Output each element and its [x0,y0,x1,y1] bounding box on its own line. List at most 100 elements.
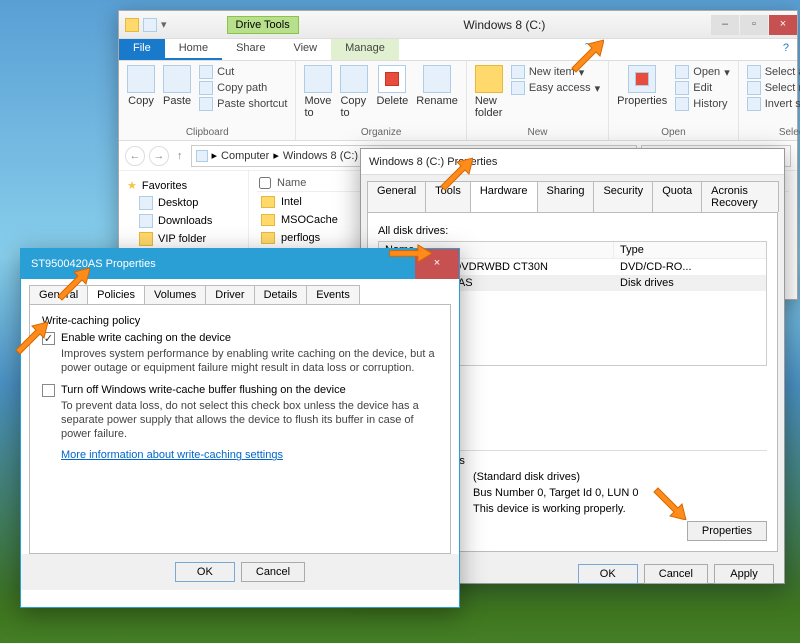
cut-button[interactable]: Cut [199,65,287,79]
copy-to-button[interactable]: Copy to [340,65,368,119]
tab-acronis[interactable]: Acronis Recovery [701,181,779,212]
chevron-right-icon[interactable]: ▸ [212,149,218,162]
select-none-button[interactable]: Select none [747,81,800,95]
select-all-button[interactable]: Select all [747,65,800,79]
delete-button[interactable]: Delete [376,65,408,107]
cut-icon [199,65,213,79]
cancel-button[interactable]: Cancel [241,562,305,582]
window-title: Windows 8 (C:) [299,18,710,32]
qat-props-icon[interactable] [143,18,157,32]
tab-volumes[interactable]: Volumes [144,285,206,304]
tab-home[interactable]: Home [165,39,222,60]
new-item-icon [511,65,525,79]
close-button[interactable]: × [415,249,459,279]
ok-button[interactable]: OK [578,564,638,584]
copy-path-button[interactable]: Copy path [199,81,287,95]
ok-button[interactable]: OK [175,562,235,582]
group-clipboard-title: Clipboard [186,127,229,138]
ribbon-collapse-icon[interactable]: ˆ [577,39,597,60]
tab-hardware[interactable]: Hardware [470,181,538,212]
turnoff-buffer-checkbox[interactable] [42,384,55,397]
enable-write-cache-checkbox[interactable] [42,332,55,345]
up-button[interactable]: ↑ [173,150,187,162]
tab-general[interactable]: General [29,285,88,304]
group-open-title: Open [661,127,685,138]
tab-driver[interactable]: Driver [205,285,254,304]
tab-view[interactable]: View [279,39,331,60]
contextual-tab-drive-tools[interactable]: Drive Tools [227,16,299,34]
open-icon [675,65,689,79]
downloads-icon [139,214,153,228]
desktop-icon [139,196,153,210]
nav-desktop[interactable]: Desktop [123,194,244,212]
tab-details[interactable]: Details [254,285,308,304]
folder-icon [261,232,275,244]
nav-downloads[interactable]: Downloads [123,212,244,230]
star-icon: ★ [127,179,137,192]
tab-general[interactable]: General [367,181,426,212]
breadcrumb-computer[interactable]: Computer [221,150,269,162]
manufacturer-value: (Standard disk drives) [473,471,767,483]
tab-manage[interactable]: Manage [331,39,399,60]
move-to-button[interactable]: Move to [304,65,332,119]
tab-security[interactable]: Security [593,181,653,212]
maximize-button[interactable]: ▫ [740,15,768,35]
all-drives-label: All disk drives: [378,225,767,237]
nav-vip-folder[interactable]: VIP folder [123,230,244,248]
history-icon [675,97,689,111]
location-value: Bus Number 0, Target Id 0, LUN 0 [473,487,767,499]
invert-selection-button[interactable]: Invert selection [747,97,800,111]
folder-icon [261,196,275,208]
device-properties-button[interactable]: Properties [687,521,767,541]
dialog-titlebar[interactable]: ST9500420AS Properties × [21,249,459,279]
tab-quota[interactable]: Quota [652,181,702,212]
paste-shortcut-button[interactable]: Paste shortcut [199,97,287,111]
history-button[interactable]: History [675,97,729,111]
properties-button[interactable]: Properties [617,65,667,107]
help-icon[interactable]: ? [775,39,797,60]
dialog-titlebar[interactable]: Windows 8 (C:) Properties [361,149,784,175]
easy-access-button[interactable]: Easy access ▾ [511,81,600,95]
col-type[interactable]: Type [614,242,766,258]
qat-dropdown-icon[interactable]: ▾ [161,18,167,32]
copy-label: Copy [128,95,154,107]
open-button[interactable]: Open ▾ [675,65,729,79]
cancel-button[interactable]: Cancel [644,564,708,584]
select-all-checkbox[interactable] [259,177,271,189]
apply-button[interactable]: Apply [714,564,774,584]
disk-device-properties-dialog: ST9500420AS Properties × General Policie… [20,248,460,608]
invert-icon [747,97,761,111]
tab-tools[interactable]: Tools [425,181,471,212]
select-none-icon [747,81,761,95]
new-item-button[interactable]: New item ▾ [511,65,600,79]
explorer-titlebar[interactable]: ▾ Drive Tools Windows 8 (C:) – ▫ × [119,11,797,39]
edit-icon [675,81,689,95]
paste-button[interactable]: Paste [163,65,191,107]
minimize-button[interactable]: – [711,15,739,35]
rename-button[interactable]: Rename [416,65,458,107]
copy-path-icon [199,81,213,95]
tab-events[interactable]: Events [306,285,360,304]
edit-button[interactable]: Edit [675,81,729,95]
group-organize-title: Organize [361,127,402,138]
qat-folder-icon[interactable] [125,18,139,32]
delete-icon [385,72,399,86]
easy-access-icon [511,81,525,95]
turnoff-buffer-label: Turn off Windows write-cache buffer flus… [61,384,346,396]
tab-file[interactable]: File [119,39,165,60]
breadcrumb-drive[interactable]: Windows 8 (C:) [283,150,358,162]
tab-share[interactable]: Share [222,39,279,60]
tab-policies[interactable]: Policies [87,285,145,304]
copy-button[interactable]: Copy [127,65,155,107]
more-info-link[interactable]: More information about write-caching set… [61,449,283,461]
tab-sharing[interactable]: Sharing [537,181,595,212]
forward-button[interactable]: → [149,146,169,166]
close-button[interactable]: × [769,15,797,35]
dialog-title: ST9500420AS Properties [31,258,156,270]
new-folder-button[interactable]: New folder [475,65,503,119]
properties-check-icon [635,72,649,86]
enable-write-cache-label: Enable write caching on the device [61,332,231,344]
chevron-right-icon[interactable]: ▸ [273,149,279,162]
back-button[interactable]: ← [125,146,145,166]
nav-favorites[interactable]: ★Favorites [123,177,244,194]
